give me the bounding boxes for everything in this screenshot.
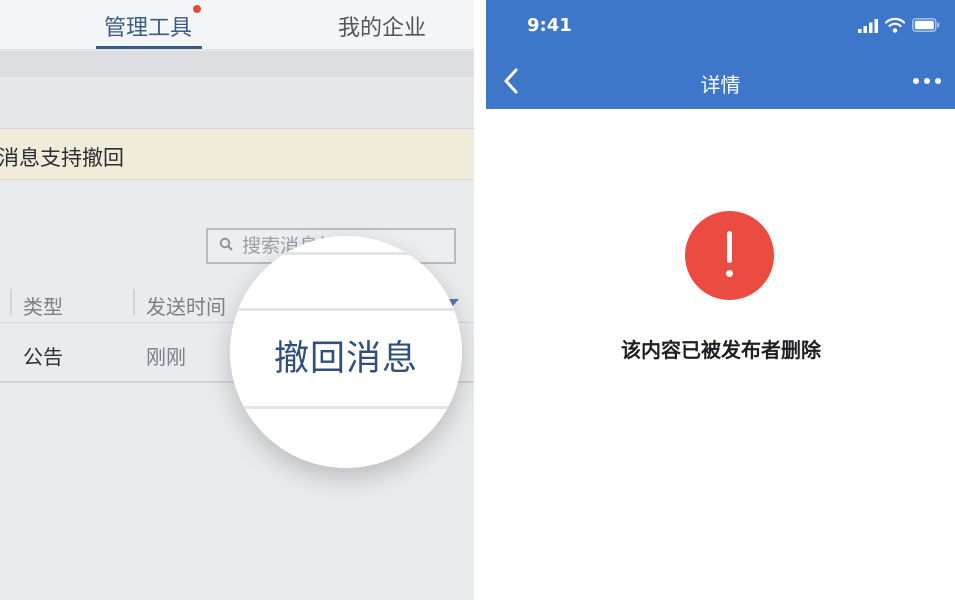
cell-type: 公告: [23, 345, 63, 369]
divider: [230, 252, 462, 255]
status-time: 9:41: [527, 15, 572, 36]
zoom-magnifier: 撤回消息: [230, 236, 462, 468]
tab-admin-tools-label: 管理工具: [104, 16, 193, 41]
tab-admin-tools[interactable]: 管理工具: [96, 5, 203, 49]
mobile-screen: 9:41 详情 该内容已被发布者删除: [486, 0, 955, 600]
alert-icon-dot: [726, 270, 733, 277]
column-header-type[interactable]: 类型: [23, 291, 63, 320]
cell-send-time: 刚刚: [146, 345, 186, 369]
navigation-bar: 9:41 详情: [486, 0, 955, 109]
search-icon: [219, 237, 233, 251]
column-divider: [133, 289, 135, 315]
top-tab-bar: 管理工具 我的企业: [0, 0, 474, 50]
tab-my-enterprise[interactable]: 我的企业: [338, 10, 426, 42]
recall-message-button[interactable]: 撤回消息: [230, 330, 462, 381]
page-title: 详情: [700, 73, 741, 97]
column-header-send-time[interactable]: 发送时间: [146, 291, 226, 320]
signal-icon: [858, 19, 878, 33]
notice-banner: 消息支持撤回: [0, 130, 474, 180]
alert-icon: [685, 211, 774, 300]
column-divider: [10, 289, 12, 315]
wifi-icon: [885, 17, 905, 33]
active-tab-indicator: [96, 46, 203, 49]
divider: [230, 308, 462, 311]
tab-my-enterprise-label: 我的企业: [338, 16, 427, 41]
toolbar-band: [0, 77, 474, 129]
header-strip: [0, 51, 474, 77]
divider: [230, 406, 462, 409]
battery-icon: [912, 18, 940, 32]
more-icon[interactable]: [912, 76, 942, 86]
notification-dot: [193, 5, 202, 13]
admin-panel: 管理工具 我的企业 消息支持撤回 类型 发送时间 公告 刚刚 撤回消息: [0, 0, 474, 600]
alert-icon-bar: [727, 231, 732, 263]
deleted-message: 该内容已被发布者删除: [621, 338, 821, 362]
notice-text: 消息支持撤回: [0, 146, 124, 170]
